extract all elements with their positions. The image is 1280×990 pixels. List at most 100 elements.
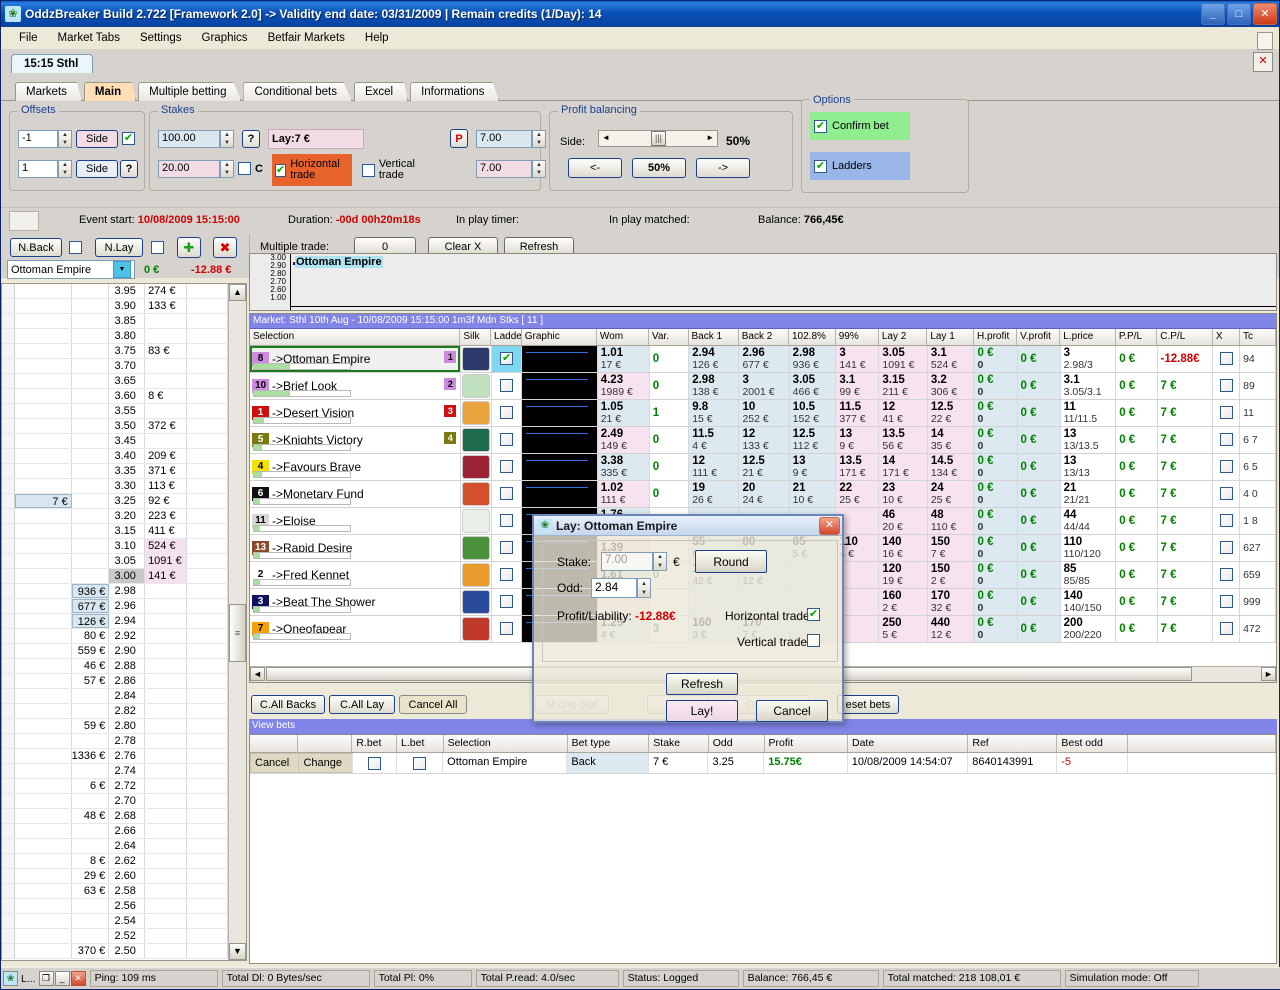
- ladder-cell-marker[interactable]: [2, 584, 16, 598]
- ladder-cell-extra[interactable]: [187, 554, 228, 568]
- offset-help-button-2[interactable]: ?: [120, 160, 138, 178]
- cancel-bet-button[interactable]: Cancel: [250, 753, 299, 773]
- ladder-cell-odd[interactable]: 2.98: [109, 584, 146, 598]
- l-price-cell[interactable]: 140 140/150: [1061, 589, 1117, 615]
- ladder-cell-extra[interactable]: [187, 854, 228, 868]
- ladder-cell-volume[interactable]: [145, 809, 187, 823]
- ladder-checkbox[interactable]: [500, 460, 514, 473]
- ladder-cell-extra[interactable]: [187, 284, 228, 298]
- l-price-cell[interactable]: 200 200/220: [1061, 616, 1117, 642]
- x-cell[interactable]: [1213, 373, 1241, 399]
- offset-value-2[interactable]: 1: [18, 160, 58, 178]
- ladder-cell-extra[interactable]: [187, 824, 228, 838]
- ladder-checkbox[interactable]: [500, 568, 514, 581]
- ladder-cell-odd[interactable]: 3.45: [109, 434, 146, 448]
- ladder-cell-marker[interactable]: [2, 524, 16, 538]
- ladder-cell-back[interactable]: 57 €: [72, 674, 110, 688]
- ladder-row[interactable]: 3.10 524 €: [2, 539, 228, 554]
- back2-cell[interactable]: 20 24 €: [739, 481, 790, 507]
- ladder-cell-lay[interactable]: [15, 524, 72, 538]
- var-cell[interactable]: 1: [650, 400, 690, 426]
- ladder-cell-volume[interactable]: [145, 584, 187, 598]
- remove-button[interactable]: ✖: [213, 237, 237, 258]
- h-profit-cell[interactable]: 0 €0: [974, 508, 1018, 534]
- ladder-cell-extra[interactable]: [187, 794, 228, 808]
- col-1028-cell[interactable]: 12.5 112 €: [789, 427, 837, 453]
- table-row[interactable]: 5 ->Knights Victory 4 2.49 149 €0 11.5 4 €12 13…: [250, 427, 1276, 454]
- add-button[interactable]: ✚: [177, 237, 201, 258]
- ladder-cell-volume[interactable]: [145, 644, 187, 658]
- ladder-cell-back[interactable]: [72, 389, 110, 403]
- market-column-header[interactable]: Ladde: [491, 329, 522, 345]
- ladder-cell-volume[interactable]: [145, 659, 187, 673]
- ladder-cell-odd[interactable]: 3.35: [109, 464, 146, 478]
- ladder-toggle-cell[interactable]: [491, 589, 523, 615]
- col-1028-cell[interactable]: 2.98 936 €: [789, 346, 837, 372]
- l-price-cell[interactable]: 13 13/13: [1061, 454, 1117, 480]
- ladder-cell-back[interactable]: [72, 689, 110, 703]
- market-column-header[interactable]: L.price: [1060, 329, 1116, 345]
- c-pl-cell[interactable]: 7 €: [1158, 535, 1214, 561]
- new-back-button[interactable]: N.Back: [10, 238, 62, 257]
- ladder-cell-marker[interactable]: [2, 344, 16, 358]
- x-cell[interactable]: [1213, 508, 1241, 534]
- ladder-cell-volume[interactable]: 223 €: [145, 509, 187, 523]
- view-bets-column-header[interactable]: R.bet: [352, 735, 398, 752]
- offset-spinner-2[interactable]: ▲ ▼: [58, 160, 72, 178]
- view-bets-rows[interactable]: Cancel Change Ottoman Empire Back 7 €3.25 15.…: [250, 753, 1276, 774]
- h-profit-cell[interactable]: 0 €0: [974, 589, 1018, 615]
- offset-value-1[interactable]: -1: [18, 130, 58, 148]
- ladder-cell-marker[interactable]: [2, 899, 16, 913]
- balance-50-button[interactable]: 50%: [632, 158, 686, 178]
- ladder-cell-lay[interactable]: [15, 839, 72, 853]
- lay2-cell[interactable]: 140 16 €: [879, 535, 928, 561]
- back1-cell[interactable]: 2.94 126 €: [689, 346, 740, 372]
- ladder-cell-back[interactable]: [72, 464, 110, 478]
- c-pl-cell[interactable]: 7 €: [1158, 481, 1214, 507]
- ladder-cell-extra[interactable]: [187, 449, 228, 463]
- ladder-cell-volume[interactable]: [145, 764, 187, 778]
- ladder-cell-odd[interactable]: 3.25: [109, 494, 146, 508]
- dialog-odd-input[interactable]: 2.84: [591, 578, 637, 598]
- p-pl-cell[interactable]: 0 €: [1116, 373, 1158, 399]
- lay2-cell[interactable]: 12 41 €: [879, 400, 928, 426]
- ladder-cell-back[interactable]: [72, 479, 110, 493]
- col-1028-cell[interactable]: 3.05 466 €: [789, 373, 837, 399]
- v-profit-cell[interactable]: 0 €: [1017, 562, 1061, 588]
- ladder-cell-back[interactable]: [72, 524, 110, 538]
- selection-combobox[interactable]: Ottoman Empire ▼: [7, 260, 135, 279]
- ladder-cell-back[interactable]: [72, 314, 110, 328]
- dialog-round-button[interactable]: Round: [695, 550, 767, 573]
- ladder-cell-lay[interactable]: [15, 929, 72, 943]
- ladder-cell-back[interactable]: 63 €: [72, 884, 110, 898]
- ladder-cell-odd[interactable]: 2.60: [109, 869, 146, 883]
- offset-side-button-2[interactable]: Side: [76, 160, 118, 178]
- market-column-header[interactable]: Back 1: [689, 329, 739, 345]
- ladder-cell-lay[interactable]: [15, 539, 72, 553]
- x-cell[interactable]: [1213, 535, 1241, 561]
- market-column-header[interactable]: P.P/L: [1116, 329, 1158, 345]
- ladder-row[interactable]: 2.66: [2, 824, 228, 839]
- back2-cell[interactable]: 3 2001 €: [739, 373, 790, 399]
- cancel-all-button[interactable]: Cancel All: [399, 695, 467, 714]
- ladder-cell-odd[interactable]: 2.78: [109, 734, 146, 748]
- back2-cell[interactable]: 10 252 €: [739, 400, 790, 426]
- ladder-cell-volume[interactable]: [145, 599, 187, 613]
- ladder-cell-extra[interactable]: [187, 914, 228, 928]
- ladder-cell-marker[interactable]: [2, 884, 16, 898]
- ladder-cell-odd[interactable]: 3.90: [109, 299, 146, 313]
- ladder-cell-volume[interactable]: [145, 944, 187, 958]
- table-row[interactable]: 4 ->Favours Brave 3.38 335 €0 12 111 €12.5 21 …: [250, 454, 1276, 481]
- ladder-cell-back[interactable]: [72, 554, 110, 568]
- ladder-cell-marker[interactable]: [2, 404, 16, 418]
- vertical-trade-toggle[interactable]: Vertical trade: [362, 154, 442, 186]
- p-pl-cell[interactable]: 0 €: [1116, 400, 1158, 426]
- lay2-cell[interactable]: 160 2 €: [879, 589, 928, 615]
- var-cell[interactable]: 0: [650, 346, 690, 372]
- ladder-row[interactable]: 2.84: [2, 689, 228, 704]
- ladder-cell-extra[interactable]: [187, 479, 228, 493]
- l-bet-cell[interactable]: [397, 753, 444, 773]
- ladder-row[interactable]: 48 €2.68: [2, 809, 228, 824]
- h-profit-cell[interactable]: 0 €0: [974, 562, 1018, 588]
- ladder-cell-volume[interactable]: 371 €: [145, 464, 187, 478]
